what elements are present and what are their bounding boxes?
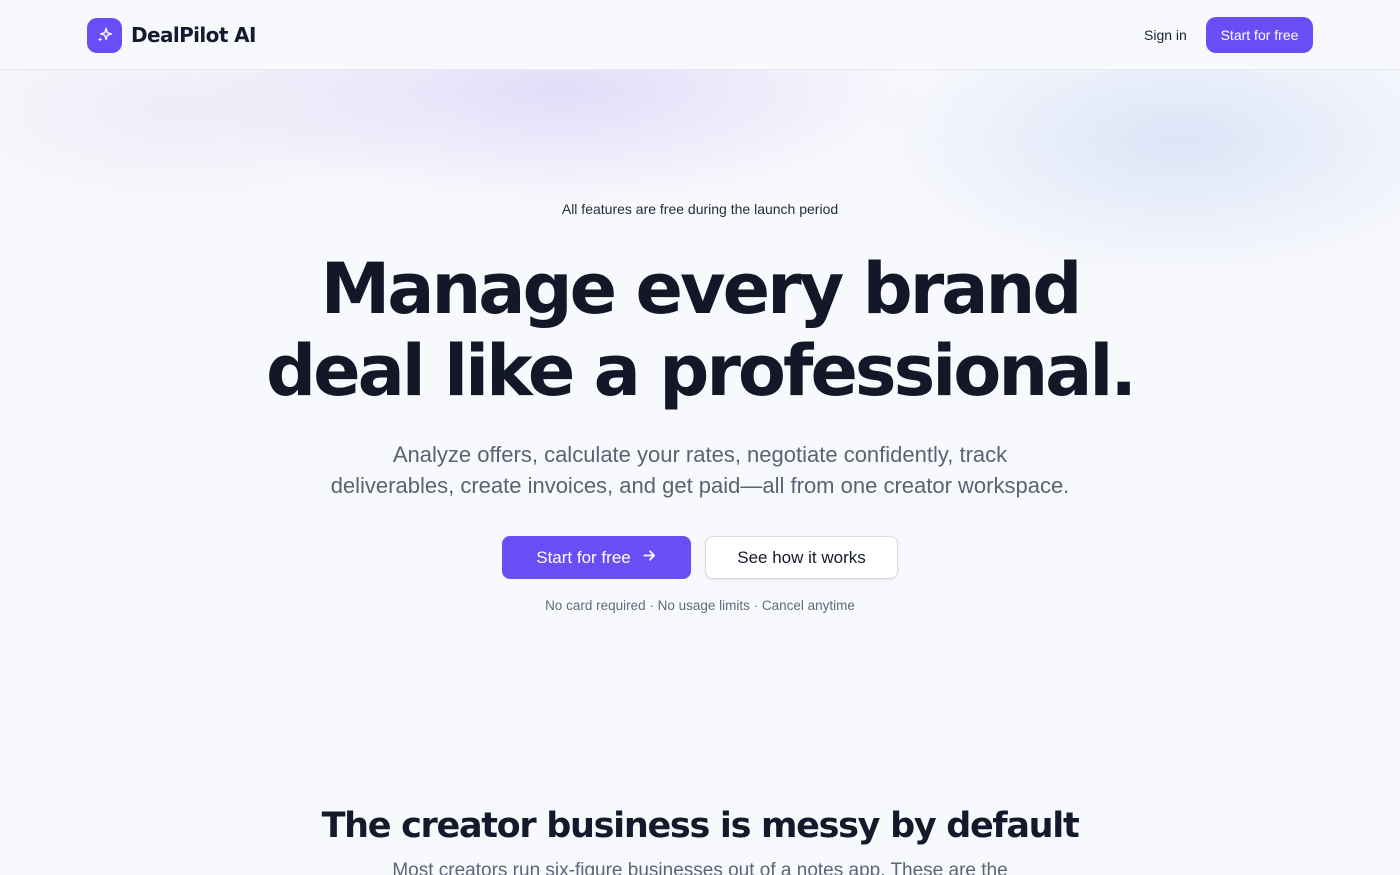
- start-free-button[interactable]: Start for free: [502, 536, 691, 579]
- problem-section-title: The creator business is messy by default: [321, 806, 1080, 846]
- problem-section-subtitle: Most creators run six-figure businesses …: [392, 860, 1008, 875]
- brand-logo-link[interactable]: DealPilot AI: [87, 17, 256, 53]
- hero-cta-row: Start for free See how it works: [0, 536, 1400, 579]
- hero-headline: Manage every brand deal like a professio…: [200, 248, 1200, 412]
- top-navigation: DealPilot AI Sign in Start for free: [0, 0, 1400, 70]
- sparkle-icon: [87, 17, 122, 53]
- hero-subtext: Analyze offers, calculate your rates, ne…: [330, 442, 1070, 498]
- headline-line-2: deal like a professional.: [265, 330, 1137, 412]
- reassurance-text: No card required · No usage limits · Can…: [545, 598, 855, 613]
- launch-badge: All features are free during the launch …: [561, 201, 839, 217]
- headline-line-1: Manage every brand: [320, 248, 1083, 330]
- landing-page: DealPilot AI Sign in Start for free All …: [0, 0, 1400, 875]
- nav-start-free-button[interactable]: Start for free: [1206, 17, 1313, 53]
- arrow-right-icon: [642, 548, 657, 568]
- sign-in-link[interactable]: Sign in: [1144, 25, 1187, 45]
- see-how-it-works-button[interactable]: See how it works: [705, 536, 898, 579]
- start-free-label: Start for free: [536, 547, 631, 567]
- brand-name: DealPilot AI: [131, 23, 256, 47]
